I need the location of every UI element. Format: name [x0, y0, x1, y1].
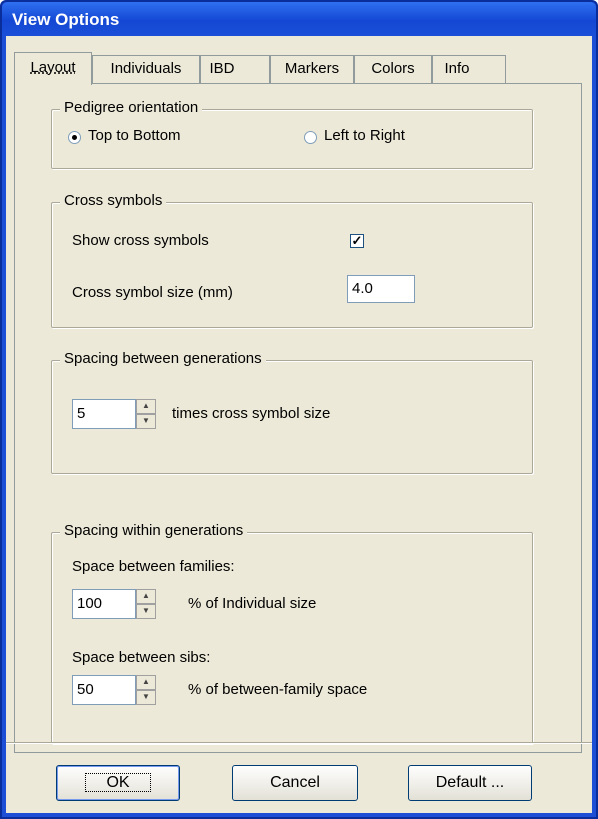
cross-symbol-size-input[interactable]: 4.0: [347, 275, 415, 303]
title-bar[interactable]: View Options: [2, 2, 596, 36]
left-to-right-radio[interactable]: [304, 131, 317, 144]
top-to-bottom-label[interactable]: Top to Bottom: [88, 127, 181, 144]
spacing-within-generations-legend: Spacing within generations: [60, 522, 248, 539]
families-spacing-suffix: % of Individual size: [188, 595, 317, 612]
view-options-window: View Options Layout Individuals IBD Mark…: [0, 0, 598, 819]
spin-up-icon[interactable]: ▲: [136, 589, 156, 604]
show-cross-symbols-label: Show cross symbols: [72, 232, 209, 249]
tab-layout[interactable]: Layout: [14, 52, 92, 85]
families-spacing-input[interactable]: 100: [72, 589, 136, 619]
sibs-spacing-suffix: % of between-family space: [188, 681, 368, 698]
spin-down-icon[interactable]: ▼: [136, 604, 156, 619]
cross-symbol-size-label: Cross symbol size (mm): [72, 284, 233, 301]
tab-info[interactable]: Info: [432, 55, 506, 83]
sibs-spacing-input[interactable]: 50: [72, 675, 136, 705]
cross-symbols-group: Cross symbols Show cross symbols ✓ Cross…: [51, 192, 533, 328]
space-between-sibs-label: Space between sibs:: [72, 649, 211, 666]
spin-down-icon[interactable]: ▼: [136, 690, 156, 705]
families-spacing-spinner: ▲ ▼: [136, 589, 156, 619]
spacing-within-generations-group: Spacing within generations Space between…: [51, 522, 533, 744]
default-button[interactable]: Default ...: [408, 765, 532, 801]
spacing-between-generations-group: Spacing between generations 5 ▲ ▼ times …: [51, 350, 533, 474]
pedigree-orientation-group: Pedigree orientation Top to Bottom Left …: [51, 99, 533, 169]
layout-tab-panel: Pedigree orientation Top to Bottom Left …: [14, 83, 582, 753]
pedigree-orientation-legend: Pedigree orientation: [60, 99, 203, 116]
generation-spacing-suffix: times cross symbol size: [172, 405, 331, 422]
left-to-right-label[interactable]: Left to Right: [324, 127, 405, 144]
tab-ibd[interactable]: IBD: [200, 55, 270, 83]
cancel-button[interactable]: Cancel: [232, 765, 358, 801]
spin-up-icon[interactable]: ▲: [136, 675, 156, 690]
show-cross-symbols-checkbox[interactable]: ✓: [350, 234, 364, 248]
generation-spacing-spinner: ▲ ▼: [136, 399, 156, 429]
top-to-bottom-radio[interactable]: [68, 131, 81, 144]
sibs-spacing-spinner: ▲ ▼: [136, 675, 156, 705]
spin-down-icon[interactable]: ▼: [136, 414, 156, 429]
spin-up-icon[interactable]: ▲: [136, 399, 156, 414]
spacing-between-generations-legend: Spacing between generations: [60, 350, 266, 367]
button-separator: [6, 742, 592, 744]
dialog-client-area: Layout Individuals IBD Markers Colors In…: [6, 36, 592, 813]
space-between-families-label: Space between families:: [72, 558, 235, 575]
window-title: View Options: [12, 10, 120, 29]
tab-markers[interactable]: Markers: [270, 55, 354, 83]
tab-colors[interactable]: Colors: [354, 55, 432, 83]
cross-symbols-legend: Cross symbols: [60, 192, 167, 209]
tab-individuals[interactable]: Individuals: [92, 55, 200, 83]
ok-button[interactable]: OK: [56, 765, 180, 801]
generation-spacing-input[interactable]: 5: [72, 399, 136, 429]
